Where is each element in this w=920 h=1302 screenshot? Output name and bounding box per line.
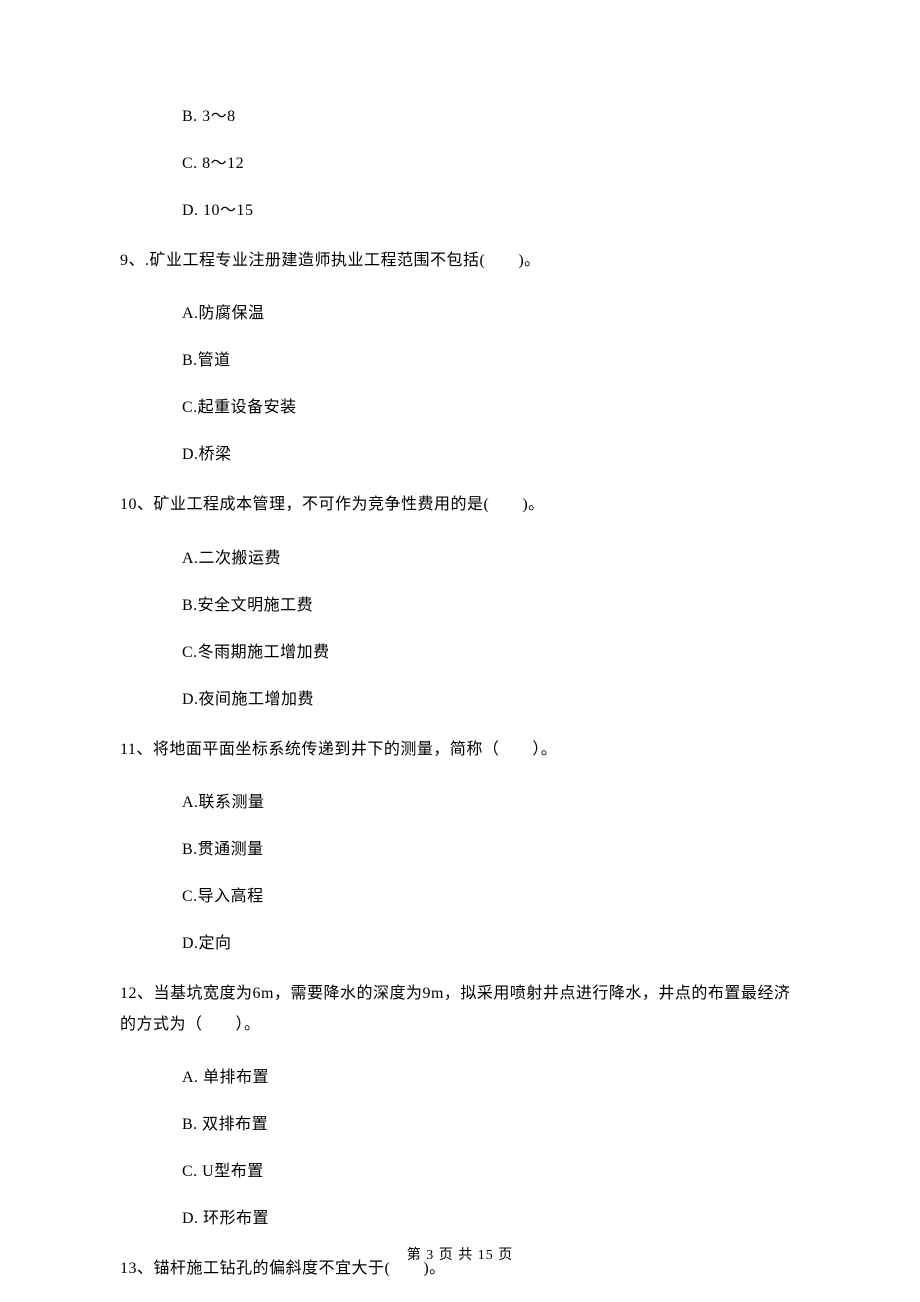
question-9-stem: 9、.矿业工程专业注册建造师执业工程范围不包括( )。 [120, 246, 800, 276]
question-9-option-a: A.防腐保温 [120, 302, 800, 326]
question-12-option-c: C. U型布置 [120, 1160, 800, 1184]
question-10-stem: 10、矿业工程成本管理，不可作为竞争性费用的是( )。 [120, 490, 800, 520]
question-9-option-b: B.管道 [120, 349, 800, 373]
question-11-option-d: D.定向 [120, 932, 800, 956]
question-12-option-b: B. 双排布置 [120, 1113, 800, 1137]
question-12-option-a: A. 单排布置 [120, 1066, 800, 1090]
option-top-d: D. 10～15 [120, 199, 800, 223]
option-top-b: B. 3～8 [120, 105, 800, 129]
question-11-option-a: A.联系测量 [120, 791, 800, 815]
question-9-option-c: C.起重设备安装 [120, 396, 800, 420]
question-11-stem: 11、将地面平面坐标系统传递到井下的测量，简称（ ）。 [120, 735, 800, 765]
question-10-option-b: B.安全文明施工费 [120, 594, 800, 618]
question-11-option-b: B.贯通测量 [120, 838, 800, 862]
option-top-c: C. 8～12 [120, 152, 800, 176]
page-content: B. 3～8 C. 8～12 D. 10～15 9、.矿业工程专业注册建造师执业… [0, 0, 920, 1284]
question-9-option-d: D.桥梁 [120, 443, 800, 467]
question-12-option-d: D. 环形布置 [120, 1207, 800, 1231]
question-10-option-d: D.夜间施工增加费 [120, 688, 800, 712]
question-10-option-c: C.冬雨期施工增加费 [120, 641, 800, 665]
question-11-option-c: C.导入高程 [120, 885, 800, 909]
question-10-option-a: A.二次搬运费 [120, 547, 800, 571]
question-12-stem: 12、当基坑宽度为6m，需要降水的深度为9m，拟采用喷射井点进行降水，井点的布置… [120, 979, 800, 1040]
page-footer: 第 3 页 共 15 页 [0, 1244, 920, 1264]
